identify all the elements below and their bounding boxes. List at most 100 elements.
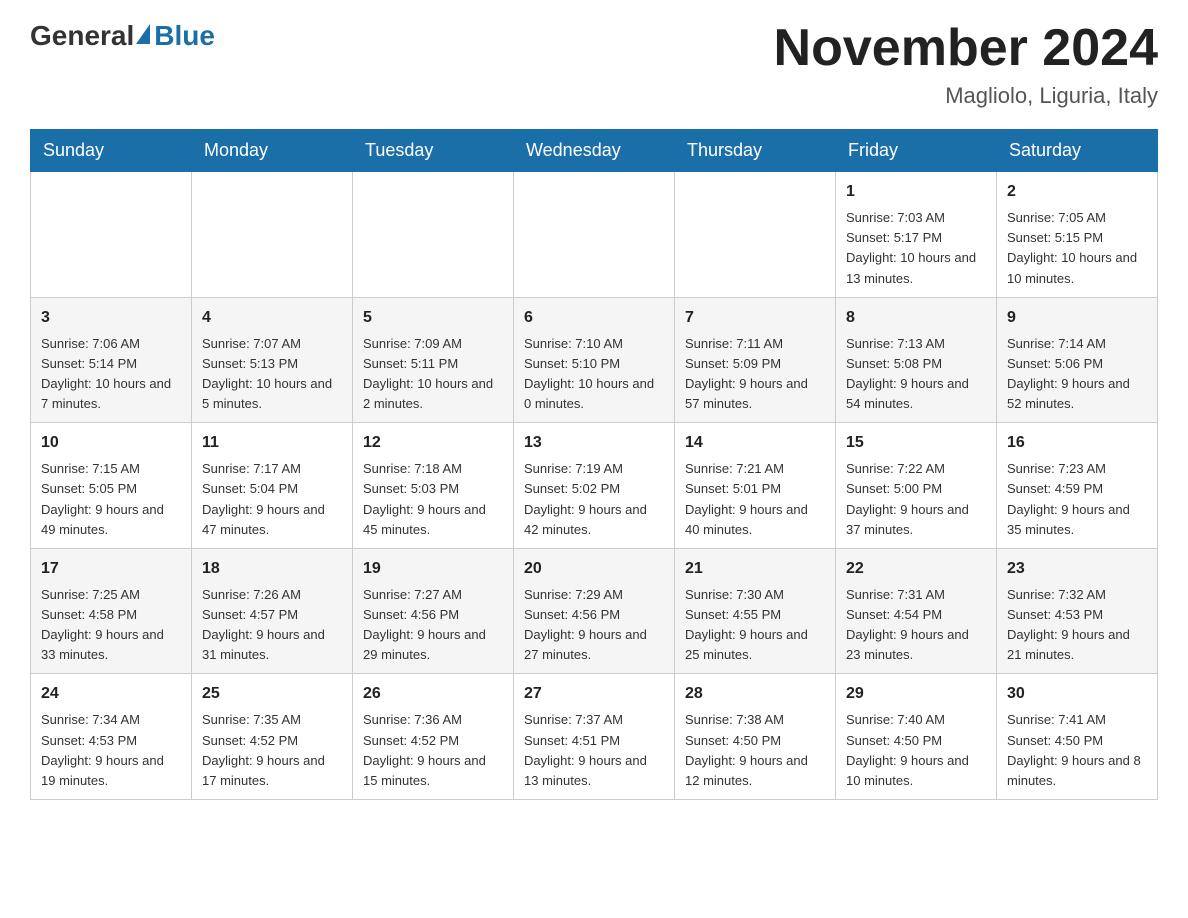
calendar-week-row: 24Sunrise: 7:34 AM Sunset: 4:53 PM Dayli…: [31, 674, 1158, 800]
day-number: 18: [202, 557, 342, 581]
day-info: Sunrise: 7:37 AM Sunset: 4:51 PM Dayligh…: [524, 710, 664, 791]
day-info: Sunrise: 7:35 AM Sunset: 4:52 PM Dayligh…: [202, 710, 342, 791]
day-info: Sunrise: 7:13 AM Sunset: 5:08 PM Dayligh…: [846, 334, 986, 415]
calendar-cell: 7 Sunrise: 7:11 AM Sunset: 5:09 PM Daylig…: [675, 297, 836, 423]
logo-triangle-icon: [136, 24, 150, 44]
day-number: 26: [363, 682, 503, 706]
calendar-cell: 21Sunrise: 7:30 AM Sunset: 4:55 PM Dayli…: [675, 548, 836, 674]
day-info: Sunrise: 7:31 AM Sunset: 4:54 PM Dayligh…: [846, 585, 986, 666]
day-number: 6: [524, 306, 664, 330]
page-header: General Blue November 2024 Magliolo, Lig…: [30, 20, 1158, 109]
day-number: 19: [363, 557, 503, 581]
day-number: 30: [1007, 682, 1147, 706]
calendar-cell: 27 Sunrise: 7:37 AM Sunset: 4:51 PM Dayli…: [514, 674, 675, 800]
calendar-cell: 5 Sunrise: 7:09 AM Sunset: 5:11 PM Daylig…: [353, 297, 514, 423]
calendar-cell: 30 Sunrise: 7:41 AM Sunset: 4:50 PM Dayli…: [997, 674, 1158, 800]
day-info: Sunrise: 7:03 AM Sunset: 5:17 PM Dayligh…: [846, 208, 986, 289]
calendar-cell: [514, 172, 675, 298]
logo-wordmark: General Blue: [30, 20, 215, 52]
day-number: 29: [846, 682, 986, 706]
day-info: Sunrise: 7:17 AM Sunset: 5:04 PM Dayligh…: [202, 459, 342, 540]
day-info: Sunrise: 7:36 AM Sunset: 4:52 PM Dayligh…: [363, 710, 503, 791]
calendar-cell: 20Sunrise: 7:29 AM Sunset: 4:56 PM Dayli…: [514, 548, 675, 674]
day-info: Sunrise: 7:25 AM Sunset: 4:58 PM Dayligh…: [41, 585, 181, 666]
day-number: 20: [524, 557, 664, 581]
day-info: Sunrise: 7:18 AM Sunset: 5:03 PM Dayligh…: [363, 459, 503, 540]
day-info: Sunrise: 7:10 AM Sunset: 5:10 PM Dayligh…: [524, 334, 664, 415]
day-info: Sunrise: 7:40 AM Sunset: 4:50 PM Dayligh…: [846, 710, 986, 791]
day-number: 14: [685, 431, 825, 455]
day-number: 16: [1007, 431, 1147, 455]
calendar-cell: 9 Sunrise: 7:14 AM Sunset: 5:06 PM Daylig…: [997, 297, 1158, 423]
calendar-cell: 14Sunrise: 7:21 AM Sunset: 5:01 PM Dayli…: [675, 423, 836, 549]
calendar-cell: 11 Sunrise: 7:17 AM Sunset: 5:04 PM Dayli…: [192, 423, 353, 549]
day-number: 10: [41, 431, 181, 455]
logo: General Blue: [30, 20, 215, 52]
day-number: 5: [363, 306, 503, 330]
calendar-week-row: 17 Sunrise: 7:25 AM Sunset: 4:58 PM Dayli…: [31, 548, 1158, 674]
calendar-title: November 2024: [774, 20, 1158, 77]
day-number: 3: [41, 306, 181, 330]
calendar-cell: [192, 172, 353, 298]
day-info: Sunrise: 7:11 AM Sunset: 5:09 PM Dayligh…: [685, 334, 825, 415]
day-info: Sunrise: 7:09 AM Sunset: 5:11 PM Dayligh…: [363, 334, 503, 415]
calendar-cell: 25 Sunrise: 7:35 AM Sunset: 4:52 PM Dayli…: [192, 674, 353, 800]
calendar-cell: 4 Sunrise: 7:07 AM Sunset: 5:13 PM Daylig…: [192, 297, 353, 423]
day-info: Sunrise: 7:05 AM Sunset: 5:15 PM Dayligh…: [1007, 208, 1147, 289]
day-header-wednesday: Wednesday: [514, 130, 675, 172]
day-header-friday: Friday: [836, 130, 997, 172]
day-number: 9: [1007, 306, 1147, 330]
day-info: Sunrise: 7:14 AM Sunset: 5:06 PM Dayligh…: [1007, 334, 1147, 415]
day-header-saturday: Saturday: [997, 130, 1158, 172]
day-number: 21: [685, 557, 825, 581]
calendar-cell: 8 Sunrise: 7:13 AM Sunset: 5:08 PM Daylig…: [836, 297, 997, 423]
day-number: 27: [524, 682, 664, 706]
day-number: 11: [202, 431, 342, 455]
day-info: Sunrise: 7:07 AM Sunset: 5:13 PM Dayligh…: [202, 334, 342, 415]
calendar-cell: [31, 172, 192, 298]
day-header-thursday: Thursday: [675, 130, 836, 172]
day-number: 13: [524, 431, 664, 455]
day-header-sunday: Sunday: [31, 130, 192, 172]
day-number: 17: [41, 557, 181, 581]
day-info: Sunrise: 7:06 AM Sunset: 5:14 PM Dayligh…: [41, 334, 181, 415]
day-number: 8: [846, 306, 986, 330]
day-info: Sunrise: 7:26 AM Sunset: 4:57 PM Dayligh…: [202, 585, 342, 666]
day-info: Sunrise: 7:27 AM Sunset: 4:56 PM Dayligh…: [363, 585, 503, 666]
day-info: Sunrise: 7:19 AM Sunset: 5:02 PM Dayligh…: [524, 459, 664, 540]
title-section: November 2024 Magliolo, Liguria, Italy: [774, 20, 1158, 109]
day-info: Sunrise: 7:23 AM Sunset: 4:59 PM Dayligh…: [1007, 459, 1147, 540]
day-number: 23: [1007, 557, 1147, 581]
day-info: Sunrise: 7:41 AM Sunset: 4:50 PM Dayligh…: [1007, 710, 1147, 791]
calendar-week-row: 10 Sunrise: 7:15 AM Sunset: 5:05 PM Dayli…: [31, 423, 1158, 549]
calendar-cell: [675, 172, 836, 298]
calendar-week-row: 3 Sunrise: 7:06 AM Sunset: 5:14 PM Daylig…: [31, 297, 1158, 423]
calendar-cell: 16 Sunrise: 7:23 AM Sunset: 4:59 PM Dayli…: [997, 423, 1158, 549]
calendar-cell: 12Sunrise: 7:18 AM Sunset: 5:03 PM Dayli…: [353, 423, 514, 549]
logo-blue-text: Blue: [154, 20, 215, 52]
calendar-cell: 6 Sunrise: 7:10 AM Sunset: 5:10 PM Daylig…: [514, 297, 675, 423]
day-number: 1: [846, 180, 986, 204]
day-number: 2: [1007, 180, 1147, 204]
calendar-cell: 2 Sunrise: 7:05 AM Sunset: 5:15 PM Daylig…: [997, 172, 1158, 298]
day-info: Sunrise: 7:38 AM Sunset: 4:50 PM Dayligh…: [685, 710, 825, 791]
calendar-cell: 19 Sunrise: 7:27 AM Sunset: 4:56 PM Dayli…: [353, 548, 514, 674]
calendar-week-row: 1 Sunrise: 7:03 AM Sunset: 5:17 PM Daylig…: [31, 172, 1158, 298]
calendar-table: SundayMondayTuesdayWednesdayThursdayFrid…: [30, 129, 1158, 800]
calendar-subtitle: Magliolo, Liguria, Italy: [774, 83, 1158, 109]
calendar-cell: 24Sunrise: 7:34 AM Sunset: 4:53 PM Dayli…: [31, 674, 192, 800]
calendar-cell: 10 Sunrise: 7:15 AM Sunset: 5:05 PM Dayli…: [31, 423, 192, 549]
calendar-cell: 18 Sunrise: 7:26 AM Sunset: 4:57 PM Dayli…: [192, 548, 353, 674]
day-number: 4: [202, 306, 342, 330]
calendar-header-row: SundayMondayTuesdayWednesdayThursdayFrid…: [31, 130, 1158, 172]
calendar-cell: 15Sunrise: 7:22 AM Sunset: 5:00 PM Dayli…: [836, 423, 997, 549]
logo-general-text: General: [30, 20, 134, 52]
calendar-cell: [353, 172, 514, 298]
day-header-tuesday: Tuesday: [353, 130, 514, 172]
day-number: 25: [202, 682, 342, 706]
calendar-cell: 28Sunrise: 7:38 AM Sunset: 4:50 PM Dayli…: [675, 674, 836, 800]
day-info: Sunrise: 7:15 AM Sunset: 5:05 PM Dayligh…: [41, 459, 181, 540]
calendar-cell: 22Sunrise: 7:31 AM Sunset: 4:54 PM Dayli…: [836, 548, 997, 674]
day-number: 7: [685, 306, 825, 330]
day-number: 24: [41, 682, 181, 706]
